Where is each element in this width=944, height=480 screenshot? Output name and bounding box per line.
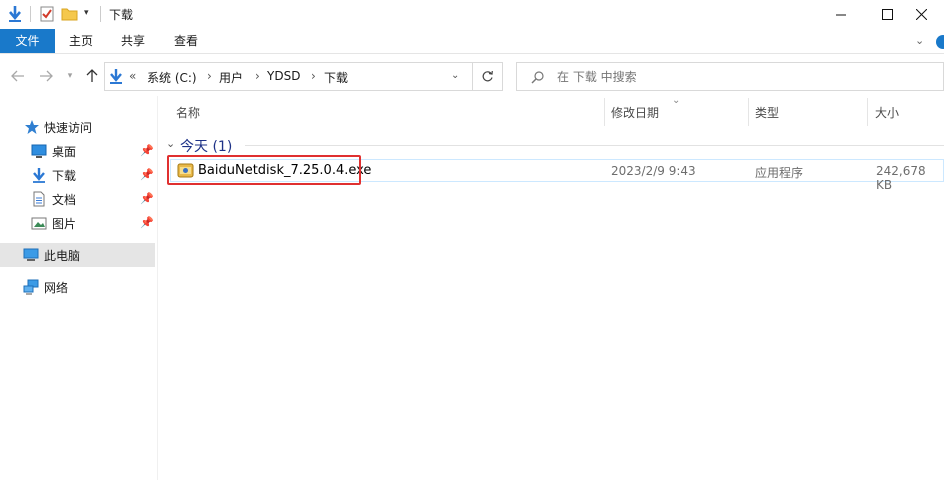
expand-ribbon-chevron-icon[interactable]: ⌄ [915,34,924,47]
up-button[interactable] [82,63,102,89]
column-resize-handle[interactable] [748,98,749,126]
desktop-icon [31,144,47,158]
picture-icon [31,217,47,230]
window-title: 下载 [109,8,134,22]
network-icon [23,279,39,295]
annotation-highlight-box [167,155,361,185]
close-icon [915,8,927,20]
title-divider [100,6,101,22]
new-folder-icon[interactable] [61,5,78,22]
pane-divider[interactable] [157,96,158,480]
group-collapse-chevron-icon[interactable]: ⌄ [166,137,175,150]
search-input[interactable] [557,70,857,84]
breadcrumb-item-user[interactable]: YDSD [267,69,300,83]
breadcrumb-item-users[interactable]: 用户 [219,69,243,86]
minimize-button[interactable] [818,0,864,28]
file-size: 242,678 KB [876,164,926,192]
sidebar-item-label: 此电脑 [44,249,81,263]
sidebar-item-label: 下载 [52,169,77,183]
document-icon [33,191,45,207]
column-header-size[interactable]: 大小 [875,104,899,121]
download-icon [33,168,45,183]
title-bar: ▾ 下载 [0,0,944,28]
tab-share[interactable]: 共享 [107,29,159,53]
chevron-down-icon: ▾ [67,71,73,81]
refresh-button[interactable] [473,62,503,91]
sidebar-item-desktop[interactable]: 桌面 📌 [0,139,155,163]
customize-toolbar-chevron-icon[interactable]: ▾ [84,8,89,18]
sidebar-item-this-pc[interactable]: 此电脑 [0,243,155,267]
minimize-icon [835,14,846,15]
properties-icon[interactable] [39,5,55,22]
sidebar-item-quick-access[interactable]: 快速访问 [0,115,155,139]
tab-file[interactable]: 文件 [0,29,55,53]
column-header-type[interactable]: 类型 [755,104,779,121]
sidebar-item-label: 图片 [52,217,77,231]
search-box[interactable] [516,62,944,91]
download-folder-icon [110,69,122,84]
file-type: 应用程序 [755,166,804,180]
column-resize-handle[interactable] [604,98,605,126]
maximize-icon [881,8,893,20]
breadcrumb-separator[interactable]: › [207,69,212,83]
tab-view[interactable]: 查看 [160,29,212,53]
breadcrumb-separator[interactable]: › [255,69,260,83]
back-arrow-icon [11,70,24,82]
pin-icon[interactable]: 📌 [140,144,154,157]
forward-button[interactable] [36,63,56,89]
column-header-name[interactable]: 名称 [176,104,200,121]
sidebar-item-pictures[interactable]: 图片 📌 [0,211,155,235]
recent-locations-button[interactable]: ▾ [60,63,80,89]
pin-icon[interactable]: 📌 [140,192,154,205]
forward-arrow-icon [40,70,53,82]
help-icon[interactable] [936,35,944,49]
computer-icon [23,248,39,261]
column-header-date[interactable]: 修改日期 [611,104,659,121]
breadcrumb-item-downloads[interactable]: 下载 [324,69,348,86]
sidebar-item-label: 网络 [44,281,69,295]
star-icon [25,120,39,134]
sidebar-item-downloads[interactable]: 下载 📌 [0,163,155,187]
sidebar-item-network[interactable]: 网络 [0,275,155,299]
close-button[interactable] [898,0,944,28]
breadcrumb-separator[interactable]: › [311,69,316,83]
group-divider [245,145,944,146]
navigation-pane: 快速访问 桌面 📌 下载 📌 文档 📌 图片 📌 此电脑 网络 [0,100,157,480]
ribbon-tabs: 文件 主页 共享 查看 ⌄ [0,29,944,54]
address-bar[interactable]: « 系统 (C:) › 用户 › YDSD › 下载 ⌄ [104,62,473,91]
search-icon [531,71,544,84]
download-arrow-icon[interactable] [7,5,23,23]
breadcrumb-overflow[interactable]: « [129,69,136,83]
title-divider [30,6,31,22]
pin-icon[interactable]: 📌 [140,216,154,229]
pin-icon[interactable]: 📌 [140,168,154,181]
file-date: 2023/2/9 9:43 [611,164,696,178]
group-title[interactable]: 今天 (1) [180,136,232,156]
sidebar-item-label: 文档 [52,193,77,207]
up-arrow-icon [86,69,98,82]
back-button[interactable] [8,63,28,89]
sidebar-item-label: 桌面 [52,145,77,159]
column-resize-handle[interactable] [867,98,868,126]
address-history-chevron-icon[interactable]: ⌄ [451,70,459,81]
sort-chevron-icon: ⌄ [672,95,681,106]
breadcrumb-item-drive[interactable]: 系统 (C:) [147,69,197,86]
sidebar-item-documents[interactable]: 文档 📌 [0,187,155,211]
refresh-icon [482,70,493,82]
sidebar-item-label: 快速访问 [44,121,93,135]
tab-home[interactable]: 主页 [55,29,107,53]
